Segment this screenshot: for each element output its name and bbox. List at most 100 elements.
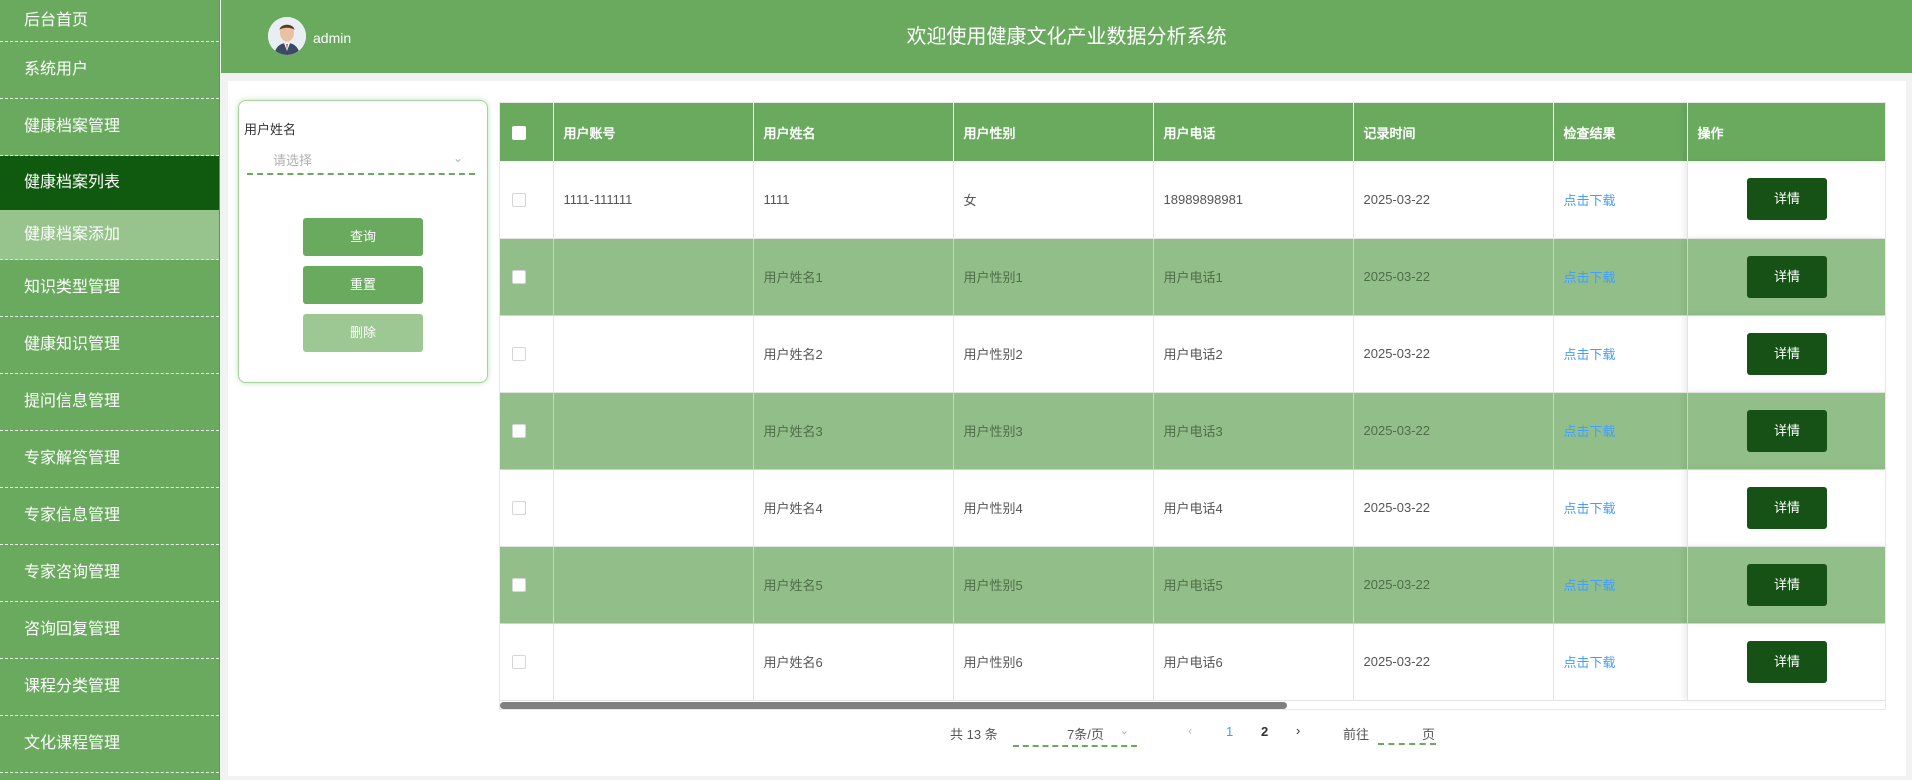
sidebar-item-health-knowledge[interactable]: 健康知识管理 (0, 317, 219, 374)
search-panel: 用户姓名 请选择 ⌄ 查询 重置 删除 (238, 100, 488, 383)
sidebar-item-expert-answers[interactable]: 专家解答管理 (0, 431, 219, 488)
sidebar-item-label: 咨询回复管理 (24, 621, 121, 638)
sidebar-item-course-categories[interactable]: 课程分类管理 (0, 659, 219, 716)
page-suffix-label: 页 (1422, 727, 1436, 742)
delete-button[interactable]: 删除 (303, 314, 423, 352)
download-link[interactable]: 点击下载 (1564, 347, 1616, 362)
name-cell: 用户姓名5 (753, 546, 954, 624)
row-select-cell (500, 469, 554, 547)
sidebar-item-label: 健康档案列表 (24, 174, 121, 191)
prev-page-icon[interactable]: ‹ (1188, 723, 1192, 738)
result-cell: 点击下载 (1553, 623, 1688, 701)
column-header: 操作 (1687, 103, 1885, 161)
page-number[interactable]: 1 (1226, 724, 1233, 739)
sidebar-item-expert-consult[interactable]: 专家咨询管理 (0, 545, 219, 602)
username-filter-select[interactable]: 请选择 ⌄ (247, 141, 475, 175)
detail-button[interactable]: 详情 (1747, 255, 1827, 298)
download-link[interactable]: 点击下载 (1564, 270, 1616, 285)
detail-button[interactable]: 详情 (1747, 409, 1827, 452)
pagination: 共 13 条 7条/页 ⌄ ‹ 1 2 › 前往 页 (228, 717, 1906, 747)
sidebar-item-label: 课程分类管理 (24, 678, 121, 695)
sidebar-item-label: 系统用户 (24, 61, 89, 78)
row-checkbox[interactable] (512, 655, 526, 670)
sidebar-item-health-record-list[interactable]: 健康档案列表 (0, 156, 219, 210)
chevron-down-icon: ⌄ (452, 151, 463, 165)
sidebar-item-health-records[interactable]: 健康档案管理 (0, 99, 219, 156)
phone-cell: 用户电话1 (1153, 238, 1354, 316)
select-all-checkbox[interactable] (512, 125, 526, 140)
row-checkbox[interactable] (512, 424, 526, 439)
column-header[interactable]: 记录时间 (1353, 103, 1554, 161)
time-cell: 2025-03-22 (1353, 546, 1554, 624)
gender-cell: 用户性别1 (953, 238, 1154, 316)
row-checkbox[interactable] (512, 347, 526, 362)
download-link[interactable]: 点击下载 (1564, 193, 1616, 208)
column-header[interactable]: 用户姓名 (753, 103, 954, 161)
query-button[interactable]: 查询 (303, 218, 423, 256)
detail-button[interactable]: 详情 (1747, 486, 1827, 529)
name-cell: 用户姓名3 (753, 392, 954, 470)
column-header[interactable]: 检查结果 (1553, 103, 1688, 161)
table-row: 用户姓名5 用户性别5 用户电话5 2025-03-22 点击下载 详情 (500, 546, 1885, 624)
sidebar-item-label: 文化课程管理 (24, 735, 121, 752)
reset-button[interactable]: 重置 (303, 266, 423, 304)
page-size-value: 7条/页 (1067, 727, 1104, 742)
sidebar-item-consult-replies[interactable]: 咨询回复管理 (0, 602, 219, 659)
sidebar-item-expert-info[interactable]: 专家信息管理 (0, 488, 219, 545)
select-all-cell (500, 103, 554, 161)
column-header[interactable]: 用户电话 (1153, 103, 1354, 161)
time-cell: 2025-03-22 (1353, 469, 1554, 547)
action-cell: 详情 (1687, 546, 1885, 624)
sidebar-item-questions[interactable]: 提问信息管理 (0, 374, 219, 431)
time-cell: 2025-03-22 (1353, 315, 1554, 393)
page-number[interactable]: 2 (1261, 724, 1268, 739)
sidebar-item-label: 健康知识管理 (24, 336, 121, 353)
table-row: 用户姓名6 用户性别6 用户电话6 2025-03-22 点击下载 详情 (500, 623, 1885, 701)
sidebar-item-knowledge-types[interactable]: 知识类型管理 (0, 260, 219, 317)
download-link[interactable]: 点击下载 (1564, 501, 1616, 516)
row-checkbox[interactable] (512, 193, 526, 208)
row-select-cell (500, 623, 554, 701)
result-cell: 点击下载 (1553, 546, 1688, 624)
column-header[interactable]: 用户性别 (953, 103, 1154, 161)
column-header[interactable]: 用户账号 (553, 103, 754, 161)
page-title: 欢迎使用健康文化产业数据分析系统 (906, 26, 1227, 48)
time-cell: 2025-03-22 (1353, 623, 1554, 701)
result-cell: 点击下载 (1553, 469, 1688, 547)
row-checkbox[interactable] (512, 270, 526, 285)
download-link[interactable]: 点击下载 (1564, 578, 1616, 593)
main-panel: 用户姓名 请选择 ⌄ 查询 重置 删除 用户账号 用户姓名 用户性别 用户电话 … (228, 81, 1906, 776)
chevron-down-icon: ⌄ (1119, 725, 1129, 737)
row-checkbox[interactable] (512, 501, 526, 516)
sidebar-item-label: 后台首页 (24, 12, 89, 29)
row-select-cell (500, 315, 554, 393)
download-link[interactable]: 点击下载 (1564, 655, 1616, 670)
name-cell: 用户姓名6 (753, 623, 954, 701)
sidebar: 后台首页 系统用户 健康档案管理 健康档案列表 健康档案添加 知识类型管理 健康… (0, 0, 220, 780)
detail-button[interactable]: 详情 (1747, 563, 1827, 606)
horizontal-scrollbar[interactable] (500, 702, 1287, 709)
next-page-icon[interactable]: › (1296, 723, 1300, 738)
gender-cell: 女 (953, 161, 1154, 239)
table-row: 用户姓名3 用户性别3 用户电话3 2025-03-22 点击下载 详情 (500, 392, 1885, 470)
sidebar-item-health-record-add[interactable]: 健康档案添加 (0, 210, 219, 260)
phone-cell: 用户电话3 (1153, 392, 1354, 470)
result-cell: 点击下载 (1553, 238, 1688, 316)
account-cell (553, 315, 754, 393)
page-size-select[interactable]: 7条/页 ⌄ (1013, 717, 1137, 747)
table-row: 用户姓名2 用户性别2 用户电话2 2025-03-22 点击下载 详情 (500, 315, 1885, 393)
action-cell: 详情 (1687, 315, 1885, 393)
detail-button[interactable]: 详情 (1747, 640, 1827, 683)
download-link[interactable]: 点击下载 (1564, 424, 1616, 439)
sidebar-item-label: 健康档案添加 (24, 226, 121, 243)
sidebar-item-home[interactable]: 后台首页 (0, 0, 219, 42)
sidebar-item-label: 专家信息管理 (24, 507, 121, 524)
result-cell: 点击下载 (1553, 161, 1688, 239)
sidebar-item-label: 提问信息管理 (24, 393, 121, 410)
detail-button[interactable]: 详情 (1747, 178, 1827, 221)
sidebar-item-system-users[interactable]: 系统用户 (0, 42, 219, 99)
time-cell: 2025-03-22 (1353, 161, 1554, 239)
row-checkbox[interactable] (512, 578, 526, 593)
sidebar-item-culture-courses[interactable]: 文化课程管理 (0, 716, 219, 773)
detail-button[interactable]: 详情 (1747, 332, 1827, 375)
